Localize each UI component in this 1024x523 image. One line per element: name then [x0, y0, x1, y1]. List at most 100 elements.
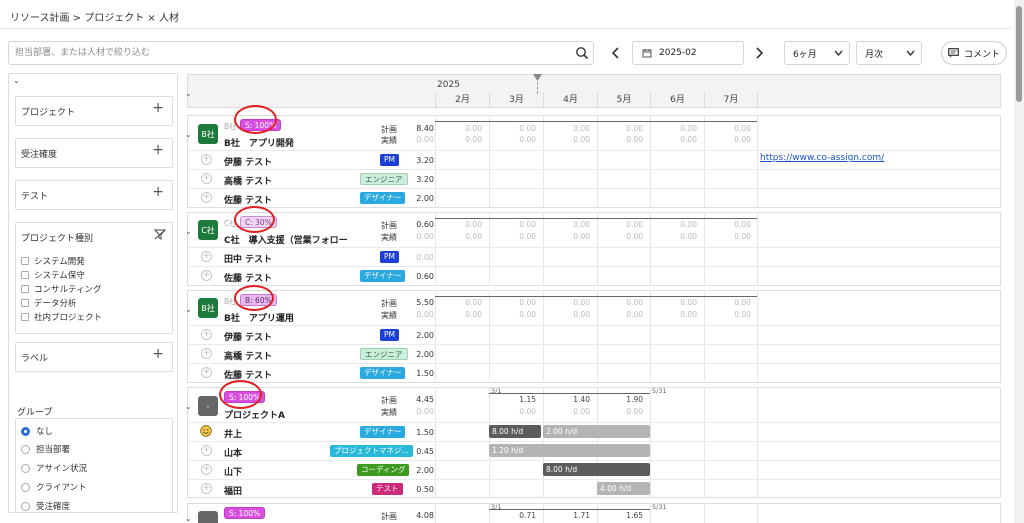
checkbox[interactable] [21, 299, 29, 307]
plus-icon[interactable]: + [152, 143, 164, 157]
add-assign-icon[interactable]: + [201, 483, 212, 494]
filter-order-probability[interactable]: 受注確度 + [15, 138, 173, 168]
search-icon[interactable] [575, 46, 589, 63]
member-name[interactable]: 佐藤 テスト [224, 271, 272, 284]
checkbox-consulting[interactable]: コンサルティング [21, 283, 102, 295]
member-name[interactable]: 高橋 テスト [224, 174, 272, 187]
radio[interactable] [21, 482, 30, 492]
next-month-button[interactable] [751, 44, 767, 62]
plan-total: 4.45 [416, 395, 434, 404]
member-total: 3.20 [416, 156, 434, 165]
probability-badge: S: 100% [224, 507, 266, 519]
filter-label-card[interactable]: ラベル + [15, 342, 173, 372]
collapse-project-icon[interactable]: ⌄ [185, 130, 192, 139]
checkbox[interactable] [21, 257, 29, 265]
search-input[interactable] [9, 42, 559, 64]
actual-cell: 0.00 [519, 135, 536, 144]
granularity-select[interactable]: 月次 [856, 41, 922, 65]
member-name[interactable]: 福田 [224, 484, 242, 497]
member-name[interactable]: 山下 [224, 465, 242, 478]
plan-cell: 1.65 [626, 511, 643, 520]
month-picker[interactable]: 2025-02 [632, 41, 744, 65]
radio[interactable] [21, 444, 30, 454]
plan-cell: 0.00 [519, 298, 536, 307]
member-name[interactable]: 伊藤 テスト [224, 330, 272, 343]
assign-bar[interactable]: 1.20 h/d [489, 444, 650, 457]
actual-label: 実績 [381, 136, 397, 145]
collapse-project-icon[interactable]: ⌄ [185, 305, 192, 314]
role-badge: デザイナー [360, 192, 406, 204]
radio-assign-status[interactable]: アサイン状況 [21, 462, 87, 474]
collapse-project-icon[interactable]: ⌄ [185, 227, 192, 236]
project-name[interactable]: プロジェクトA [224, 408, 285, 421]
clear-filter-icon[interactable] [153, 229, 167, 243]
member-name[interactable]: 井上 [224, 427, 242, 440]
external-link[interactable]: https://www.co-assign.com/ [760, 153, 884, 163]
filter-project[interactable]: プロジェクト + [15, 96, 173, 126]
actual-cell: 0.00 [626, 310, 643, 319]
assign-bar[interactable]: 8.00 h/d [489, 425, 541, 438]
plus-icon[interactable]: + [152, 185, 164, 199]
project-name[interactable]: C社 導入支援（営業フォロー [224, 233, 348, 246]
radio-client[interactable]: クライアント [21, 481, 87, 493]
member-name[interactable]: 山本 [224, 446, 242, 459]
role-badge: テスト [372, 483, 403, 495]
checkbox-internal[interactable]: 社内プロジェクト [21, 311, 102, 323]
member-name[interactable]: 佐藤 テスト [224, 368, 272, 381]
plan-cell: 0.00 [519, 124, 536, 133]
member-total: 2.00 [416, 466, 434, 475]
comment-button[interactable]: コメント [941, 41, 1007, 65]
checkbox[interactable] [21, 271, 29, 279]
project-name[interactable]: B社 アプリ運用 [224, 311, 294, 324]
checkbox-data-analysis[interactable]: データ分析 [21, 297, 77, 309]
checkbox-system-dev[interactable]: システム開発 [21, 255, 85, 267]
month-header: 7月 [704, 92, 758, 109]
add-assign-icon[interactable]: + [201, 154, 212, 165]
add-assign-icon[interactable]: + [201, 251, 212, 262]
radio[interactable] [21, 426, 30, 436]
actual-label: 実績 [381, 408, 397, 417]
add-assign-icon[interactable]: + [201, 270, 212, 281]
radio-none[interactable]: なし [21, 425, 53, 437]
project-name[interactable]: B社 アプリ開発 [224, 136, 294, 149]
actual-cell: 0.00 [680, 232, 697, 241]
month-picker-value: 2025-02 [659, 48, 697, 58]
add-assign-icon[interactable]: + [201, 173, 212, 184]
add-assign-icon[interactable]: + [201, 464, 212, 475]
assign-bar[interactable]: 8.00 h/d [543, 463, 650, 476]
member-name[interactable]: 伊藤 テスト [224, 155, 272, 168]
collapse-sidebar-icon[interactable]: ⌄ [13, 76, 20, 85]
collapse-all-icon[interactable]: ⌄ [185, 89, 192, 98]
search-bar[interactable] [8, 41, 594, 65]
filter-test[interactable]: テスト + [15, 180, 173, 210]
radio[interactable] [21, 501, 30, 511]
prev-month-button[interactable] [608, 44, 624, 62]
add-assign-icon[interactable]: + [201, 348, 212, 359]
scrollbar-thumb[interactable] [1016, 6, 1022, 102]
add-assign-icon[interactable]: + [201, 192, 212, 203]
assign-bar[interactable]: 4.00 h/d [597, 482, 650, 495]
plan-cell: 0.00 [734, 124, 751, 133]
role-badge: プロジェクトマネジ… [330, 445, 413, 457]
checkbox[interactable] [21, 313, 29, 321]
client-icon [198, 511, 218, 523]
add-assign-icon[interactable]: + [201, 367, 212, 378]
period-select[interactable]: 6ヶ月 [784, 41, 850, 65]
radio-department[interactable]: 担当部署 [21, 443, 70, 455]
member-name[interactable]: 田中 テスト [224, 252, 272, 265]
plus-icon[interactable]: + [152, 347, 164, 361]
assign-bar[interactable]: 2.00 h/d [543, 425, 650, 438]
radio-label: クライアント [36, 483, 87, 493]
checkbox[interactable] [21, 285, 29, 293]
collapse-project-icon[interactable]: ⌄ [185, 514, 192, 523]
radio[interactable] [21, 463, 30, 473]
collapse-project-icon[interactable]: ⌄ [185, 402, 192, 411]
checkbox-system-maintenance[interactable]: システム保守 [21, 269, 85, 281]
add-assign-icon[interactable]: + [201, 445, 212, 456]
plus-icon[interactable]: + [152, 101, 164, 115]
radio-order-probability[interactable]: 受注確度 [21, 500, 70, 512]
member-name[interactable]: 佐藤 テスト [224, 193, 272, 206]
member-name[interactable]: 高橋 テスト [224, 349, 272, 362]
group-options: なし 担当部署 アサイン状況 クライアント 受注確度 [15, 418, 173, 512]
add-assign-icon[interactable]: + [201, 329, 212, 340]
